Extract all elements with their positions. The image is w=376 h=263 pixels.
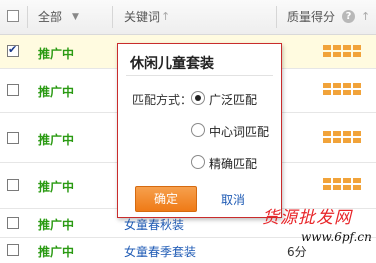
popup-title: 休闲儿童套装 [130, 56, 214, 72]
row-checkbox[interactable] [7, 132, 19, 144]
quality-bars-icon [323, 131, 369, 145]
status-filter-label[interactable]: 全部 [38, 0, 62, 34]
row-checkbox[interactable] [7, 84, 19, 96]
status-text: 推广中 [38, 218, 75, 232]
quality-bars-icon [323, 178, 369, 192]
quality-column-header[interactable]: 质量得分 [287, 0, 335, 34]
confirm-button[interactable]: 确定 [135, 186, 197, 212]
watermark-text: 货源批发网 [262, 208, 352, 228]
radio-label-exact-match[interactable]: 精确匹配 [209, 155, 257, 172]
radio-label-broad-match[interactable]: 广泛匹配 [209, 91, 257, 108]
match-type-label: 匹配方式： [132, 93, 193, 107]
radio-label-phrase-match[interactable]: 中心词匹配 [209, 123, 269, 140]
row-checkbox[interactable] [7, 244, 19, 256]
keyword-column-header[interactable]: 关键词 [124, 0, 160, 34]
dropdown-arrow-icon[interactable]: ▼ [72, 0, 79, 34]
row-checkbox[interactable] [7, 179, 19, 191]
quality-bars-icon [323, 83, 369, 97]
sort-arrow-icon[interactable]: ↑ [361, 0, 370, 34]
watermark-url: www.6pf.cn [301, 230, 372, 244]
status-text: 推广中 [38, 133, 75, 147]
column-divider [27, 6, 28, 28]
row-checkbox[interactable] [7, 217, 19, 229]
match-type-popup: 休闲儿童套装 匹配方式： 广泛匹配 中心词匹配 精确匹配 确定 取消 [117, 43, 282, 218]
keyword-link[interactable]: 女童春季套装 [124, 243, 196, 260]
sort-arrow-icon[interactable]: ↑ [161, 0, 170, 34]
quality-bars-icon [323, 45, 369, 59]
status-text: 推广中 [38, 85, 75, 99]
table-header: 全部 ▼ 关键词 ↑ 质量得分 ? ↑ [0, 0, 376, 35]
help-icon[interactable]: ? [342, 10, 355, 23]
cancel-button[interactable]: 取消 [221, 191, 245, 208]
radio-exact-match[interactable] [191, 155, 205, 169]
quality-score: 6分 [287, 245, 307, 259]
column-divider [276, 6, 277, 28]
column-divider [112, 6, 113, 28]
keyword-link[interactable]: 女童春秋装 [124, 216, 184, 233]
row-checkbox[interactable] [7, 43, 19, 57]
status-text: 推广中 [38, 245, 75, 259]
status-text: 推广中 [38, 180, 75, 194]
status-text: 推广中 [38, 47, 75, 61]
radio-phrase-match[interactable] [191, 123, 205, 137]
radio-broad-match[interactable] [191, 91, 205, 105]
popup-divider [126, 75, 273, 76]
select-all-checkbox[interactable] [7, 10, 19, 22]
